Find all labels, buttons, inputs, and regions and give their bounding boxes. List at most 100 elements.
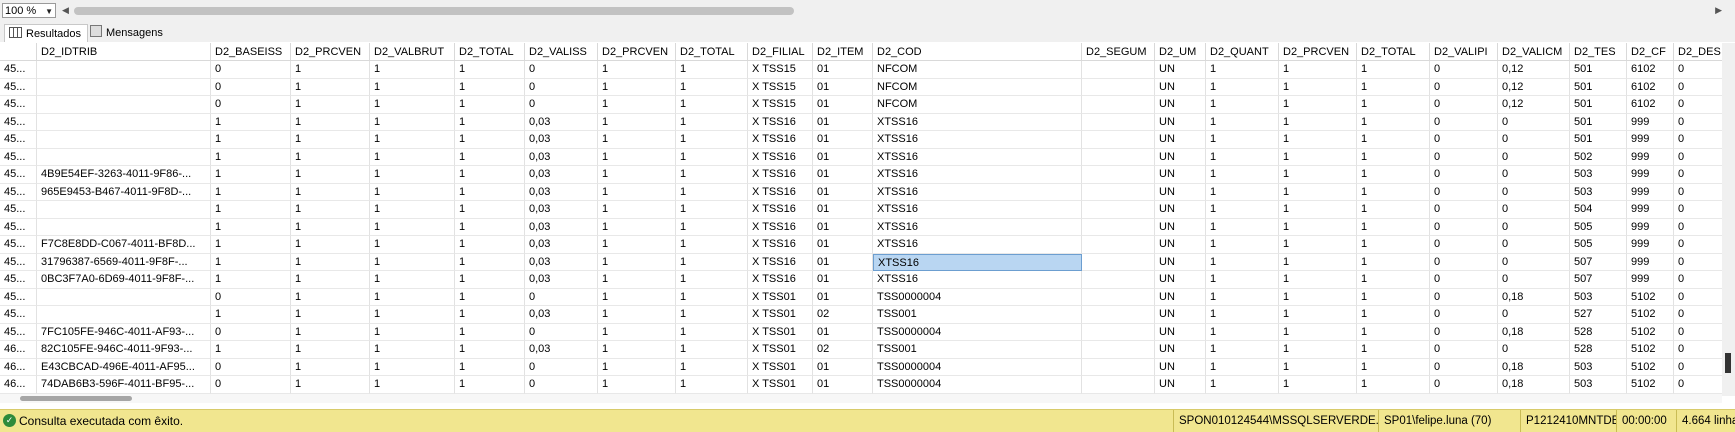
cell-d2-item[interactable]: 01 <box>813 218 873 236</box>
cell-d2-um[interactable]: UN <box>1155 288 1206 306</box>
cell-d2-idtrib[interactable]: 31796387-6569-4011-9F8F-... <box>37 253 211 271</box>
cell-d2-valiss[interactable]: 0,03 <box>525 253 598 271</box>
cell-d2-quant[interactable]: 1 <box>1206 358 1279 376</box>
cell-d2-des[interactable]: 0 <box>1674 324 1722 341</box>
cell-d2-des[interactable]: 0 <box>1674 61 1722 79</box>
cell-d2-valbrut[interactable]: 1 <box>370 96 455 114</box>
cell-d2-segum[interactable] <box>1082 148 1155 166</box>
row-number-cell[interactable]: 45... <box>0 78 37 96</box>
cell-d2-item[interactable]: 01 <box>813 78 873 96</box>
cell-d2-valipi[interactable]: 0 <box>1430 288 1498 306</box>
table-row[interactable]: 45... 0 1 1 1 0 1 1 X TSS15 01 NFCOM UN 1 1 1 0 0,12 501 6… <box>0 96 1722 114</box>
table-row[interactable]: 46... 74DAB6B3-596F-4011-BF95-... 0 1 1 1 0 1 1 X… <box>0 376 1722 394</box>
cell-d2-prcven[interactable]: 1 <box>1279 78 1357 96</box>
cell-d2-segum[interactable] <box>1082 376 1155 394</box>
cell-d2-filial[interactable]: X TSS16 <box>748 236 813 254</box>
cell-d2-filial[interactable]: X TSS15 <box>748 78 813 96</box>
cell-d2-quant[interactable]: 1 <box>1206 61 1279 79</box>
cell-d2-valiss[interactable]: 0,03 <box>525 341 598 359</box>
cell-d2-prcven[interactable]: 1 <box>1279 183 1357 201</box>
row-number-cell[interactable]: 45... <box>0 96 37 114</box>
cell-d2-valbrut[interactable]: 1 <box>370 271 455 289</box>
cell-d2-item[interactable]: 01 <box>813 271 873 289</box>
cell-d2-valiss[interactable]: 0,03 <box>525 306 598 324</box>
table-row[interactable]: 45... 7FC105FE-946C-4011-AF93-... 0 1 1 1 0 1 1 X… <box>0 323 1722 341</box>
cell-d2-cod[interactable]: XTSS16 <box>873 201 1082 219</box>
cell-d2-prcven[interactable]: 1 <box>598 201 676 219</box>
cell-d2-quant[interactable]: 1 <box>1206 166 1279 184</box>
cell-d2-um[interactable]: UN <box>1155 166 1206 184</box>
cell-d2-prcven[interactable]: 1 <box>291 148 370 166</box>
cell-d2-total[interactable]: 1 <box>676 61 748 79</box>
cell-d2-item[interactable]: 01 <box>813 323 873 341</box>
cell-d2-cod[interactable]: TSS0000004 <box>873 358 1082 376</box>
cell-d2-segum[interactable] <box>1082 253 1155 271</box>
row-number-cell[interactable]: 46... <box>0 376 37 394</box>
cell-d2-idtrib[interactable]: 965E9453-B467-4011-9F8D-... <box>37 183 211 201</box>
cell-d2-total[interactable]: 1 <box>676 271 748 289</box>
scroll-thumb[interactable] <box>1725 353 1731 373</box>
cell-d2-valiss[interactable]: 0,03 <box>525 271 598 289</box>
cell-d2-item[interactable]: 01 <box>813 201 873 219</box>
cell-d2-prcven[interactable]: 1 <box>598 358 676 376</box>
cell-d2-idtrib[interactable]: E43CBCAD-496E-4011-AF95... <box>37 358 211 376</box>
cell-d2-baseiss[interactable]: 1 <box>211 253 291 271</box>
cell-d2-item[interactable]: 01 <box>813 148 873 166</box>
cell-d2-baseiss[interactable]: 0 <box>211 376 291 394</box>
cell-d2-um[interactable]: UN <box>1155 131 1206 149</box>
table-row[interactable]: 45... 4B9E54EF-3263-4011-9F86-... 1 1 1 1 0,03… <box>0 166 1722 184</box>
row-number-cell[interactable]: 45... <box>0 288 37 306</box>
cell-d2-item[interactable]: 01 <box>813 288 873 306</box>
cell-d2-total[interactable]: 1 <box>676 376 748 394</box>
cell-d2-valiss[interactable]: 0 <box>525 323 598 341</box>
cell-d2-prcven[interactable]: 1 <box>1279 113 1357 131</box>
cell-d2-idtrib[interactable] <box>37 131 211 149</box>
cell-d2-baseiss[interactable]: 1 <box>211 306 291 324</box>
cell-d2-tes[interactable]: 502 <box>1570 148 1627 166</box>
cell-d2-segum[interactable] <box>1082 271 1155 289</box>
cell-d2-filial[interactable]: X TSS16 <box>748 131 813 149</box>
cell-d2-valicm[interactable]: 0 <box>1498 113 1570 131</box>
cell-d2-segum[interactable] <box>1082 96 1155 114</box>
cell-d2-prcven[interactable]: 1 <box>598 78 676 96</box>
cell-d2-segum[interactable] <box>1082 131 1155 149</box>
row-number-cell[interactable]: 45... <box>0 253 37 271</box>
cell-d2-segum[interactable] <box>1082 113 1155 131</box>
cell-d2-um[interactable]: UN <box>1155 61 1206 79</box>
cell-d2-cod[interactable]: TSS001 <box>873 306 1082 324</box>
tab-resultados[interactable]: Resultados <box>4 24 89 42</box>
scroll-left-icon[interactable]: ◀ <box>62 5 69 16</box>
column-header-d2-total-8[interactable]: D2_TOTAL <box>676 43 748 61</box>
cell-d2-total[interactable]: 1 <box>455 61 525 79</box>
cell-d2-total[interactable]: 1 <box>455 358 525 376</box>
cell-d2-des[interactable]: 0 <box>1674 289 1722 306</box>
cell-d2-valipi[interactable]: 0 <box>1430 306 1498 324</box>
row-number-cell[interactable]: 45... <box>0 166 37 184</box>
cell-d2-valicm[interactable]: 0,18 <box>1498 358 1570 376</box>
cell-d2-des[interactable]: 0 <box>1674 359 1722 376</box>
cell-d2-total[interactable]: 1 <box>1357 78 1430 96</box>
cell-d2-valicm[interactable]: 0,18 <box>1498 323 1570 341</box>
cell-d2-valbrut[interactable]: 1 <box>370 131 455 149</box>
column-header-d2-filial-9[interactable]: D2_FILIAL <box>748 43 813 61</box>
cell-d2-idtrib[interactable] <box>37 78 211 96</box>
cell-d2-total[interactable]: 1 <box>676 183 748 201</box>
grid-horizontal-scrollbar[interactable] <box>0 394 1722 403</box>
cell-d2-prcven[interactable]: 1 <box>598 61 676 79</box>
cell-d2-total[interactable]: 1 <box>1357 236 1430 254</box>
cell-d2-total[interactable]: 1 <box>1357 131 1430 149</box>
cell-d2-prcven[interactable]: 1 <box>291 183 370 201</box>
table-row[interactable]: 45... 0 1 1 1 0 1 1 X TSS15 01 NFCOM UN 1 1 1 0 0,12 501 6… <box>0 78 1722 96</box>
cell-d2-cod[interactable]: TSS0000004 <box>873 376 1082 394</box>
cell-d2-valbrut[interactable]: 1 <box>370 183 455 201</box>
column-header-d2-quant-14[interactable]: D2_QUANT <box>1206 43 1279 61</box>
cell-d2-um[interactable]: UN <box>1155 376 1206 394</box>
cell-d2-tes[interactable]: 504 <box>1570 201 1627 219</box>
cell-d2-des[interactable]: 0 <box>1674 306 1722 324</box>
cell-d2-tes[interactable]: 507 <box>1570 253 1627 271</box>
cell-d2-total[interactable]: 1 <box>1357 376 1430 394</box>
row-number-cell[interactable]: 45... <box>0 113 37 131</box>
cell-d2-valiss[interactable]: 0,03 <box>525 201 598 219</box>
cell-d2-prcven[interactable]: 1 <box>1279 201 1357 219</box>
cell-d2-des[interactable]: 0 <box>1674 254 1722 271</box>
